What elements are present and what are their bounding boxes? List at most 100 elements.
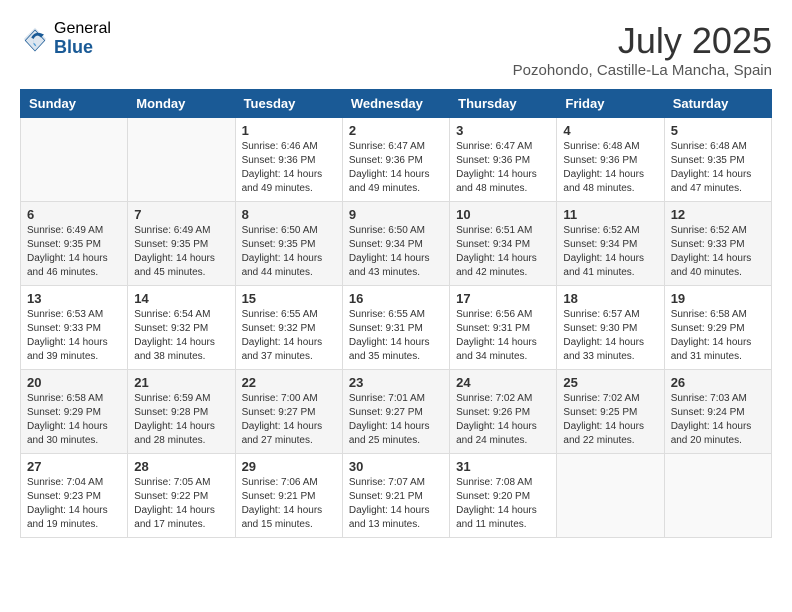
calendar-cell: 12 Sunrise: 6:52 AMSunset: 9:33 PMDayligh… (664, 202, 771, 286)
day-number: 26 (671, 375, 765, 390)
day-number: 29 (242, 459, 336, 474)
day-number: 28 (134, 459, 228, 474)
weekday-header-friday: Friday (557, 90, 664, 118)
calendar-cell: 23 Sunrise: 7:01 AMSunset: 9:27 PMDayligh… (342, 370, 449, 454)
calendar-header-row: SundayMondayTuesdayWednesdayThursdayFrid… (21, 90, 772, 118)
calendar-week-row: 13 Sunrise: 6:53 AMSunset: 9:33 PMDayligh… (21, 286, 772, 370)
calendar-cell: 25Sunrise: 7:02 AMSunset: 9:25 PMDayligh… (557, 370, 664, 454)
calendar-cell: 20Sunrise: 6:58 AMSunset: 9:29 PMDayligh… (21, 370, 128, 454)
location-title: Pozohondo, Castille-La Mancha, Spain (513, 62, 772, 79)
logo: General Blue (20, 20, 111, 57)
day-info: Sunrise: 6:59 AMSunset: 9:28 PMDaylight:… (134, 392, 228, 448)
calendar-cell: 30 Sunrise: 7:07 AMSunset: 9:21 PMDayligh… (342, 454, 449, 538)
day-number: 3 (456, 123, 550, 138)
calendar-cell: 11Sunrise: 6:52 AMSunset: 9:34 PMDayligh… (557, 202, 664, 286)
calendar-cell: 19 Sunrise: 6:58 AMSunset: 9:29 PMDayligh… (664, 286, 771, 370)
calendar-cell: 22 Sunrise: 7:00 AMSunset: 9:27 PMDayligh… (235, 370, 342, 454)
day-number: 19 (671, 291, 765, 306)
logo-general: General (54, 20, 111, 38)
day-info: Sunrise: 6:58 AMSunset: 9:29 PMDaylight:… (671, 308, 765, 364)
day-info: Sunrise: 7:02 AMSunset: 9:25 PMDaylight:… (563, 392, 657, 448)
day-number: 7 (134, 207, 228, 222)
day-info: Sunrise: 7:05 AMSunset: 9:22 PMDaylight:… (134, 476, 228, 532)
calendar-cell: 17 Sunrise: 6:56 AMSunset: 9:31 PMDayligh… (450, 286, 557, 370)
day-number: 2 (349, 123, 443, 138)
calendar-cell: 7 Sunrise: 6:49 AMSunset: 9:35 PMDaylight… (128, 202, 235, 286)
calendar-cell: 29 Sunrise: 7:06 AMSunset: 9:21 PMDayligh… (235, 454, 342, 538)
day-info: Sunrise: 6:46 AMSunset: 9:36 PMDaylight:… (242, 140, 336, 196)
day-info: Sunrise: 7:00 AMSunset: 9:27 PMDaylight:… (242, 392, 336, 448)
day-info: Sunrise: 6:51 AMSunset: 9:34 PMDaylight:… (456, 224, 550, 280)
calendar-cell: 26 Sunrise: 7:03 AMSunset: 9:24 PMDayligh… (664, 370, 771, 454)
calendar-cell (128, 118, 235, 202)
title-block: July 2025 Pozohondo, Castille-La Mancha,… (513, 20, 772, 79)
calendar-cell: 1Sunrise: 6:46 AMSunset: 9:36 PMDaylight… (235, 118, 342, 202)
day-number: 27 (27, 459, 121, 474)
calendar-cell: 15 Sunrise: 6:55 AMSunset: 9:32 PMDayligh… (235, 286, 342, 370)
day-number: 8 (242, 207, 336, 222)
weekday-header-saturday: Saturday (664, 90, 771, 118)
day-number: 23 (349, 375, 443, 390)
day-info: Sunrise: 6:52 AMSunset: 9:34 PMDaylight:… (563, 224, 657, 280)
day-info: Sunrise: 6:53 AMSunset: 9:33 PMDaylight:… (27, 308, 121, 364)
weekday-header-tuesday: Tuesday (235, 90, 342, 118)
calendar-cell: 8 Sunrise: 6:50 AMSunset: 9:35 PMDaylight… (235, 202, 342, 286)
calendar-week-row: 6Sunrise: 6:49 AMSunset: 9:35 PMDaylight… (21, 202, 772, 286)
calendar-cell: 2 Sunrise: 6:47 AMSunset: 9:36 PMDaylight… (342, 118, 449, 202)
day-info: Sunrise: 7:01 AMSunset: 9:27 PMDaylight:… (349, 392, 443, 448)
weekday-header-wednesday: Wednesday (342, 90, 449, 118)
day-number: 21 (134, 375, 228, 390)
day-number: 5 (671, 123, 765, 138)
day-number: 15 (242, 291, 336, 306)
calendar-cell: 18 Sunrise: 6:57 AMSunset: 9:30 PMDayligh… (557, 286, 664, 370)
day-info: Sunrise: 6:50 AMSunset: 9:35 PMDaylight:… (242, 224, 336, 280)
day-number: 17 (456, 291, 550, 306)
day-number: 9 (349, 207, 443, 222)
day-info: Sunrise: 7:02 AMSunset: 9:26 PMDaylight:… (456, 392, 550, 448)
logo-text: General Blue (54, 20, 111, 57)
day-info: Sunrise: 6:55 AMSunset: 9:31 PMDaylight:… (349, 308, 443, 364)
calendar-cell: 3 Sunrise: 6:47 AMSunset: 9:36 PMDaylight… (450, 118, 557, 202)
day-info: Sunrise: 6:55 AMSunset: 9:32 PMDaylight:… (242, 308, 336, 364)
day-info: Sunrise: 6:52 AMSunset: 9:33 PMDaylight:… (671, 224, 765, 280)
day-number: 16 (349, 291, 443, 306)
calendar-cell: 6Sunrise: 6:49 AMSunset: 9:35 PMDaylight… (21, 202, 128, 286)
day-number: 20 (27, 375, 121, 390)
calendar-cell: 4 Sunrise: 6:48 AMSunset: 9:36 PMDaylight… (557, 118, 664, 202)
day-number: 30 (349, 459, 443, 474)
day-info: Sunrise: 6:49 AMSunset: 9:35 PMDaylight:… (134, 224, 228, 280)
day-number: 22 (242, 375, 336, 390)
calendar-cell: 21 Sunrise: 6:59 AMSunset: 9:28 PMDayligh… (128, 370, 235, 454)
calendar-week-row: 20Sunrise: 6:58 AMSunset: 9:29 PMDayligh… (21, 370, 772, 454)
calendar-cell: 24Sunrise: 7:02 AMSunset: 9:26 PMDayligh… (450, 370, 557, 454)
day-info: Sunrise: 7:03 AMSunset: 9:24 PMDaylight:… (671, 392, 765, 448)
day-info: Sunrise: 6:56 AMSunset: 9:31 PMDaylight:… (456, 308, 550, 364)
day-number: 10 (456, 207, 550, 222)
day-number: 13 (27, 291, 121, 306)
day-info: Sunrise: 6:49 AMSunset: 9:35 PMDaylight:… (27, 224, 121, 280)
day-info: Sunrise: 6:48 AMSunset: 9:35 PMDaylight:… (671, 140, 765, 196)
weekday-header-thursday: Thursday (450, 90, 557, 118)
day-info: Sunrise: 7:04 AMSunset: 9:23 PMDaylight:… (27, 476, 121, 532)
calendar-table: SundayMondayTuesdayWednesdayThursdayFrid… (20, 89, 772, 538)
day-info: Sunrise: 7:07 AMSunset: 9:21 PMDaylight:… (349, 476, 443, 532)
calendar-cell (21, 118, 128, 202)
day-number: 18 (563, 291, 657, 306)
day-info: Sunrise: 6:48 AMSunset: 9:36 PMDaylight:… (563, 140, 657, 196)
day-info: Sunrise: 6:47 AMSunset: 9:36 PMDaylight:… (349, 140, 443, 196)
weekday-header-monday: Monday (128, 90, 235, 118)
logo-icon (20, 24, 50, 54)
calendar-cell: 16 Sunrise: 6:55 AMSunset: 9:31 PMDayligh… (342, 286, 449, 370)
day-number: 31 (456, 459, 550, 474)
calendar-cell: 31Sunrise: 7:08 AMSunset: 9:20 PMDayligh… (450, 454, 557, 538)
day-number: 12 (671, 207, 765, 222)
page-header: General Blue July 2025 Pozohondo, Castil… (20, 20, 772, 79)
day-number: 14 (134, 291, 228, 306)
day-info: Sunrise: 6:57 AMSunset: 9:30 PMDaylight:… (563, 308, 657, 364)
day-info: Sunrise: 7:06 AMSunset: 9:21 PMDaylight:… (242, 476, 336, 532)
day-number: 4 (563, 123, 657, 138)
day-info: Sunrise: 6:50 AMSunset: 9:34 PMDaylight:… (349, 224, 443, 280)
calendar-cell: 5 Sunrise: 6:48 AMSunset: 9:35 PMDaylight… (664, 118, 771, 202)
logo-blue: Blue (54, 38, 111, 58)
day-info: Sunrise: 6:47 AMSunset: 9:36 PMDaylight:… (456, 140, 550, 196)
